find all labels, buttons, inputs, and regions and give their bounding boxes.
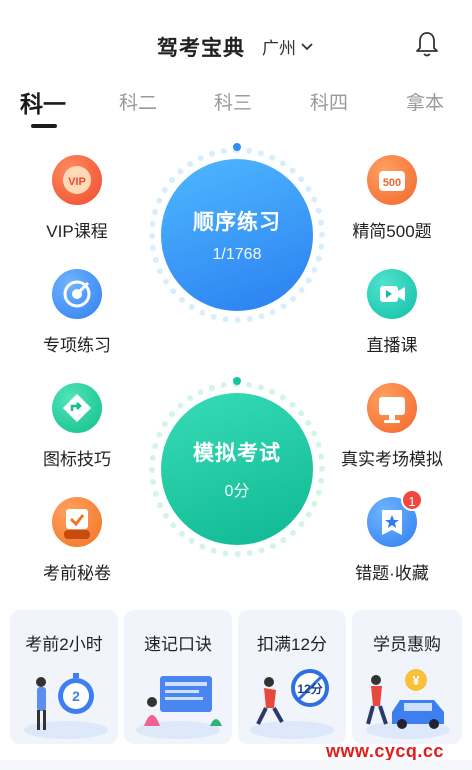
app-title: 驾考宝典 <box>157 37 245 60</box>
status-bar <box>0 0 472 10</box>
feature-label: 考前秘卷 <box>43 564 111 583</box>
mock-exam-score: 0分 <box>224 483 250 500</box>
sequential-practice-button[interactable]: 顺序练习 1/1768 <box>149 143 325 323</box>
feature-label: 直播课 <box>366 336 418 355</box>
500-icon: 500 <box>367 155 417 205</box>
exam-paper-icon <box>52 497 102 547</box>
tab-ke2[interactable]: 科二 <box>119 88 157 115</box>
feature-real-exam-sim[interactable]: 真实考场模拟 <box>337 383 447 470</box>
card-title: 速记口诀 <box>144 635 212 654</box>
star-book-icon: 1 <box>367 489 423 547</box>
card-title: 扣满12分 <box>257 635 327 654</box>
deduction-illustration-icon: 12分 <box>250 669 334 739</box>
feature-special-practice[interactable]: 专项练习 <box>22 269 132 356</box>
vip-icon: VIP <box>52 155 102 205</box>
card-badge-text: 2 <box>72 688 80 704</box>
feature-vip-course[interactable]: VIP VIP课程 <box>22 155 132 242</box>
bell-icon[interactable] <box>414 30 440 58</box>
video-icon <box>367 269 417 319</box>
notification-badge: 1 <box>401 489 423 511</box>
feature-label: 图标技巧 <box>43 450 111 469</box>
card-badge-text: 12分 <box>297 681 322 696</box>
car-deal-illustration-icon: ¥ <box>366 669 450 739</box>
feature-exam-secret[interactable]: 考前秘卷 <box>22 497 132 584</box>
exam-indicator-dot <box>233 377 241 385</box>
promo-cards: 考前2小时 2 速记口诀 扣满12分 12分 学员惠购 ¥ <box>10 610 462 744</box>
feature-label: VIP课程 <box>46 222 108 241</box>
card-2-hours-before-exam[interactable]: 考前2小时 2 <box>10 610 118 744</box>
svg-text:500: 500 <box>383 177 401 189</box>
feature-sign-tips[interactable]: 图标技巧 <box>22 383 132 470</box>
card-title: 考前2小时 <box>25 635 103 654</box>
app-header: 驾考宝典 广州 <box>0 22 472 68</box>
svg-text:VIP: VIP <box>68 176 86 188</box>
feature-mistakes-favorites[interactable]: 1 错题·收藏 <box>337 489 447 584</box>
target-icon <box>52 269 102 319</box>
card-student-deals[interactable]: 学员惠购 ¥ <box>352 610 462 744</box>
chevron-down-icon <box>301 42 313 50</box>
road-sign-icon <box>52 383 102 433</box>
card-badge-text: ¥ <box>412 673 420 688</box>
card-12-points-deducted[interactable]: 扣满12分 12分 <box>238 610 346 744</box>
subject-tabs: 科一 科二 科三 科四 拿本 <box>0 82 472 132</box>
city-label: 广州 <box>262 39 296 58</box>
feature-500-questions[interactable]: 500 精简500题 <box>337 155 447 242</box>
monitor-icon <box>367 383 417 433</box>
stopwatch-illustration-icon: 2 <box>24 673 108 739</box>
feature-label: 精简500题 <box>352 222 432 241</box>
watermark: www.cycq.cc <box>326 741 444 761</box>
feature-label: 错题·收藏 <box>355 564 429 583</box>
mock-exam-button[interactable]: 模拟考试 0分 <box>149 377 325 557</box>
mock-exam-title: 模拟考试 <box>193 442 281 465</box>
feature-live-course[interactable]: 直播课 <box>337 269 447 356</box>
board-illustration-icon <box>136 676 222 739</box>
tab-ke1[interactable]: 科一 <box>20 85 66 119</box>
practice-title: 顺序练习 <box>193 211 281 234</box>
card-memory-tips[interactable]: 速记口诀 <box>124 610 232 744</box>
feature-label: 专项练习 <box>43 336 111 355</box>
tab-ke3[interactable]: 科三 <box>214 88 252 115</box>
practice-progress: 1/1768 <box>212 246 262 263</box>
feature-label: 真实考场模拟 <box>341 450 443 469</box>
tab-naben[interactable]: 拿本 <box>406 88 444 115</box>
progress-indicator-dot <box>233 143 241 151</box>
city-selector[interactable]: 广州 <box>262 34 314 59</box>
active-tab-indicator <box>31 124 57 128</box>
card-title: 学员惠购 <box>373 635 441 654</box>
exam-core: 模拟考试 0分 <box>161 393 313 545</box>
tab-ke4[interactable]: 科四 <box>310 88 348 115</box>
bottom-strip <box>0 760 472 770</box>
practice-core: 顺序练习 1/1768 <box>161 159 313 311</box>
